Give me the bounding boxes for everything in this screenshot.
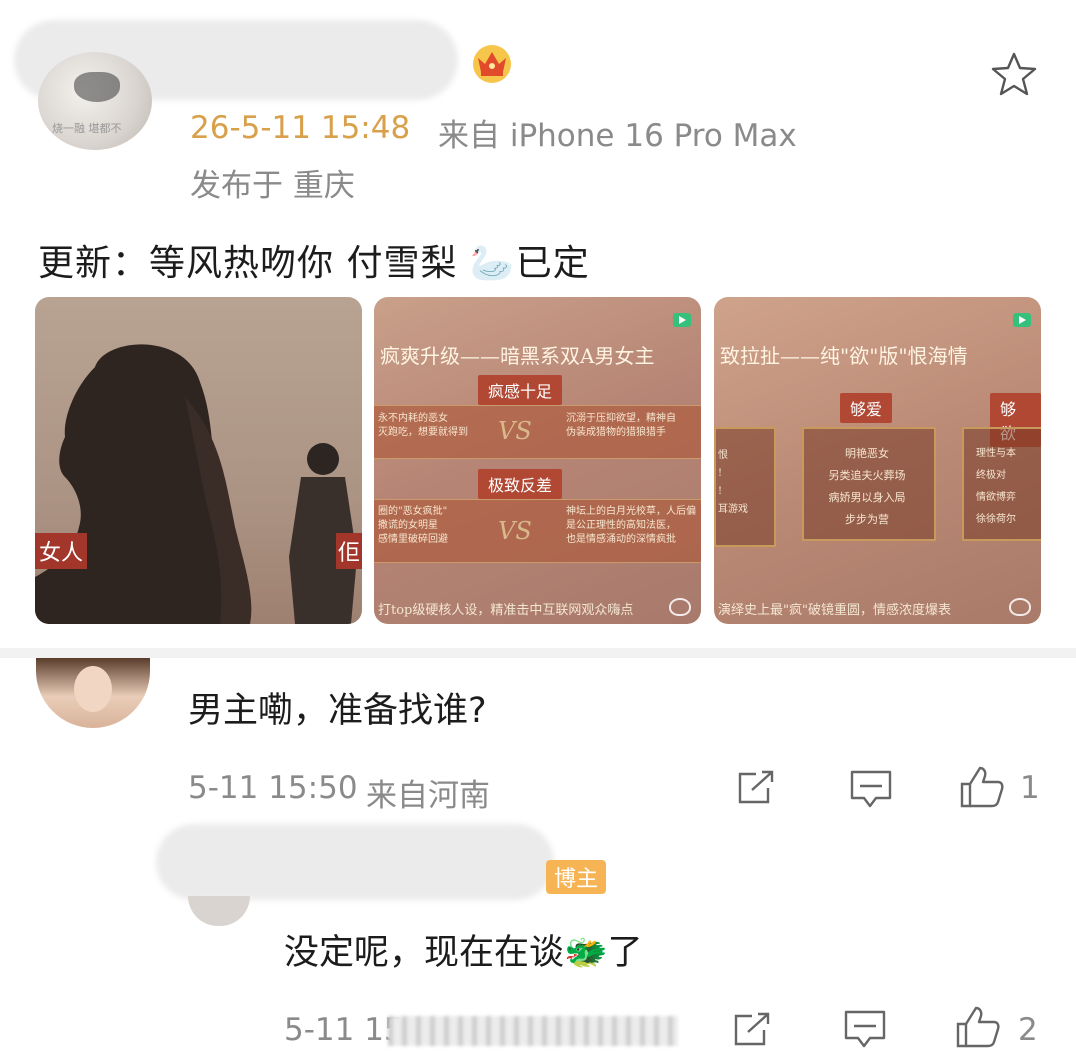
thumb3-col-left: 恨 ! ! 耳游戏	[718, 450, 748, 515]
thumb2-caption: 打top级硬核人设，精准击中互联网观众嗨点	[378, 603, 634, 618]
thumb3-caption: 演绎史上最"疯"破镜重圆，情感浓度爆表	[718, 603, 951, 618]
thumb2-tag2: 极致反差	[478, 469, 563, 499]
reply-avatar[interactable]	[188, 896, 250, 926]
thumb2-tag1: 疯感十足	[478, 375, 563, 405]
thumb2-title: 疯爽升级——暗黑系双A男女主	[380, 344, 655, 368]
thumb2-vs1: VS	[498, 417, 532, 445]
post-time: 26-5-11 15:48	[190, 110, 411, 146]
comment-icon[interactable]	[848, 768, 894, 810]
weibo-watermark-icon	[1009, 598, 1031, 616]
comment1-text: 男主嘞，准备找谁?	[188, 691, 487, 731]
thumb3-col-right: 理性与本 终极对 情欲博弈 徐徐荷尔	[976, 448, 1016, 525]
thumb3-col-mid: 明艳恶女 另类追夫火葬场 病娇男以身入局 步步为营	[828, 447, 906, 526]
thumb1-label-right: 佢	[335, 533, 362, 569]
avatar-cat-ears	[74, 72, 120, 102]
like-icon[interactable]	[954, 1004, 1002, 1050]
thumb2-right2: 神坛上的白月光校草，人后偏 是公正理性的高知法医， 也是情感涌动的深情疯批	[566, 506, 696, 545]
weibo-watermark-icon	[669, 598, 691, 616]
thumb3-title: 致拉扯——纯"欲"版"恨海情	[720, 344, 968, 368]
thumb2-vs2: VS	[498, 517, 532, 545]
post-image-3[interactable]: 致拉扯——纯"欲"版"恨海情 够爱 够欲 恨 ! ! 耳游戏 明艳恶女 另类追夫…	[714, 297, 1041, 624]
poster-avatar[interactable]: 烧一融 堪都不	[38, 52, 152, 150]
video-play-icon	[673, 313, 691, 327]
comment1-time: 5-11 15:50	[188, 770, 358, 806]
post-source: 来自 iPhone 16 Pro Max	[438, 118, 797, 154]
man-silhouette	[289, 443, 357, 624]
section-divider	[0, 648, 1076, 658]
blogger-badge-label: 博主	[554, 867, 599, 892]
comment2-text: 没定呢，现在在谈🐲了	[284, 933, 643, 973]
avatar-caption: 烧一融 堪都不	[52, 122, 122, 135]
commenter-avatar[interactable]	[36, 658, 150, 728]
thumb2-left2: 圈的"恶女疯批" 撒谎的女明星 感情里破碎回避	[378, 506, 448, 545]
share-icon[interactable]	[734, 768, 778, 808]
comment-icon[interactable]	[842, 1008, 888, 1050]
thumb1-label-left: 女人	[35, 533, 88, 569]
crown-badge-icon	[470, 42, 514, 84]
post-text: 更新：等风热吻你 付雪梨 🦢已定	[38, 243, 590, 284]
comment2-like-count: 2	[1018, 1012, 1038, 1048]
thumb2-left1: 永不内耗的恶女 灭跑吃，想要就得到	[378, 413, 468, 438]
avatar-face	[74, 666, 112, 712]
post-location: 发布于 重庆	[190, 168, 355, 204]
thumb3-tag1: 够爱	[840, 393, 893, 423]
comment1-like-count: 1	[1020, 770, 1040, 806]
star-icon[interactable]	[988, 50, 1040, 98]
woman-silhouette	[35, 344, 252, 624]
blogger-badge: 博主	[546, 860, 607, 894]
post-image-2[interactable]: 疯爽升级——暗黑系双A男女主 疯感十足 永不内耗的恶女 灭跑吃，想要就得到 VS…	[374, 297, 701, 624]
share-icon[interactable]	[730, 1010, 774, 1050]
video-play-icon	[1013, 313, 1031, 327]
post-image-1[interactable]: 女人 佢	[35, 297, 362, 624]
comment2-time: 5-11 15	[284, 1012, 404, 1048]
thumb2-right1: 沉溺于压抑欲望，精神自 伪装成猎物的猎狼猎手	[566, 413, 676, 438]
blurred-source	[388, 1016, 678, 1046]
comment1-source: 来自河南	[366, 778, 490, 814]
blurred-reply-username[interactable]	[156, 824, 554, 900]
like-icon[interactable]	[958, 764, 1006, 810]
